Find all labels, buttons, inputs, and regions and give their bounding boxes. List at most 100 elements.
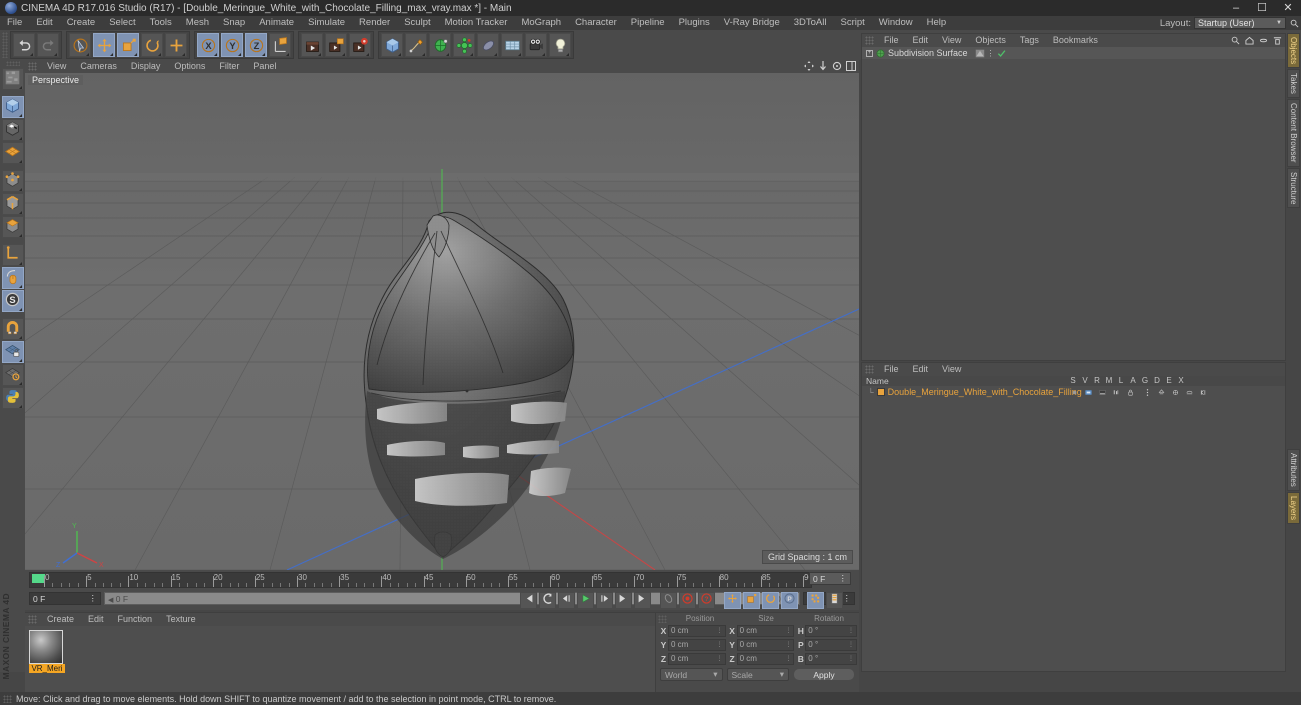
python-script-button[interactable] — [1, 387, 24, 409]
move-tool[interactable] — [93, 33, 115, 57]
timeline-ruler[interactable]: 051015202530354045505560657075808590 — [29, 572, 813, 588]
spinner-icon[interactable]: ⋮ — [717, 641, 723, 648]
go-to-previous-frame-button[interactable] — [558, 591, 575, 609]
object-manager-drag-handle[interactable] — [865, 36, 874, 45]
size-y-field[interactable]: 0 cm ⋮ — [736, 638, 795, 651]
edges-mode-button[interactable] — [1, 193, 24, 215]
apply-button[interactable]: Apply — [793, 668, 855, 681]
menu-item-v-ray-bridge[interactable]: V-Ray Bridge — [717, 16, 787, 30]
model-mode-button[interactable] — [1, 96, 24, 118]
layer-menu-edit[interactable]: Edit — [906, 363, 936, 376]
scale-key-button[interactable] — [743, 591, 760, 609]
material-menu-edit[interactable]: Edit — [81, 613, 111, 626]
layer-column-x[interactable]: X — [1175, 376, 1187, 385]
record-active-objects-button[interactable] — [660, 591, 677, 609]
layer-column-l[interactable]: L — [1115, 376, 1127, 385]
minus-icon[interactable] — [1258, 35, 1268, 45]
layout-dropdown[interactable]: Startup (User) ▼ — [1194, 17, 1286, 29]
layer-render-icon[interactable] — [1096, 388, 1108, 397]
go-to-next-frame-button[interactable] — [596, 591, 613, 609]
menu-item-mograph[interactable]: MoGraph — [514, 16, 568, 30]
layer-animation-icon[interactable] — [1141, 388, 1153, 397]
spinner-icon[interactable]: ⋮ — [848, 641, 854, 648]
spinner-icon[interactable]: ⋮ — [717, 655, 723, 662]
menu-item-snap[interactable]: Snap — [216, 16, 252, 30]
render-to-picture-viewer-button[interactable] — [325, 33, 347, 57]
object-menu-bookmarks[interactable]: Bookmarks — [1046, 34, 1105, 47]
polygons-mode-button[interactable] — [1, 216, 24, 238]
position-x-field[interactable]: 0 cm ⋮ — [667, 624, 726, 637]
size-mode-dropdown[interactable]: Scale ▾ — [726, 668, 789, 681]
vertical-tab-takes[interactable]: Takes — [1287, 69, 1300, 99]
pan-icon[interactable] — [804, 61, 814, 71]
vertical-tab-layers[interactable]: Layers — [1287, 491, 1300, 524]
layer-expression-icon[interactable] — [1183, 388, 1195, 397]
go-to-end-button[interactable] — [634, 591, 651, 609]
spinner-icon[interactable]: ⋮ — [785, 641, 791, 648]
menu-item-edit[interactable]: Edit — [29, 16, 59, 30]
current-frame-field[interactable]: 0 F ⋮ — [809, 572, 851, 585]
layer-column-e[interactable]: E — [1163, 376, 1175, 385]
add-light-button[interactable] — [549, 33, 571, 57]
autokeying-button[interactable] — [679, 591, 696, 609]
layer-list[interactable]: └ Double_Meringue_White_with_Chocolate_F… — [862, 386, 1285, 671]
layer-deformer-icon[interactable] — [1169, 388, 1181, 397]
menu-item-help[interactable]: Help — [920, 16, 954, 30]
add-tool[interactable] — [165, 33, 187, 57]
menu-item-character[interactable]: Character — [568, 16, 624, 30]
material-item[interactable]: VR_Meri — [29, 630, 65, 673]
maximize-viewport-icon[interactable] — [846, 61, 856, 71]
lock-x-axis-button[interactable]: X — [197, 33, 219, 57]
material-preview-sphere[interactable] — [29, 630, 63, 664]
search-icon[interactable] — [1289, 17, 1299, 29]
add-spline-button[interactable] — [405, 33, 427, 57]
spinner-icon[interactable]: ⋮ — [717, 627, 723, 634]
render-view-button[interactable] — [301, 33, 323, 57]
spinner-icon[interactable]: ⋮ — [848, 627, 854, 634]
object-row[interactable]: + Subdivision Surface ⋮ — [862, 47, 1285, 59]
material-menu-create[interactable]: Create — [40, 613, 81, 626]
menu-item-plugins[interactable]: Plugins — [672, 16, 717, 30]
redo-button[interactable] — [37, 33, 59, 57]
layer-color-swatch[interactable] — [876, 388, 885, 396]
close-button[interactable]: ✕ — [1275, 0, 1301, 16]
vertical-tab-structure[interactable]: Structure — [1287, 167, 1300, 209]
animation-mode-button[interactable] — [826, 591, 843, 609]
spinner-icon[interactable]: ⋮ — [785, 655, 791, 662]
toolbar-drag-handle[interactable] — [2, 32, 8, 58]
object-tree[interactable]: + Subdivision Surface ⋮ — [862, 47, 1285, 360]
object-menu-view[interactable]: View — [935, 34, 968, 47]
size-z-field[interactable]: 0 cm ⋮ — [736, 652, 795, 665]
add-cube-object-button[interactable] — [381, 33, 403, 57]
coordinate-system-dropdown[interactable]: World ▾ — [660, 668, 723, 681]
go-to-next-key-button[interactable] — [615, 591, 632, 609]
object-menu-file[interactable]: File — [877, 34, 906, 47]
go-to-previous-key-button[interactable] — [539, 591, 556, 609]
material-menu-function[interactable]: Function — [111, 613, 160, 626]
rotate-icon[interactable] — [832, 61, 842, 71]
layer-menu-view[interactable]: View — [935, 363, 968, 376]
layer-column-d[interactable]: D — [1151, 376, 1163, 385]
planar-workplane-button[interactable] — [1, 364, 24, 386]
edit-render-settings-button[interactable] — [349, 33, 371, 57]
scale-tool[interactable] — [117, 33, 139, 57]
viewport-menu-panel[interactable]: Panel — [246, 60, 283, 73]
menu-item-create[interactable]: Create — [60, 16, 103, 30]
viewport-menu-cameras[interactable]: Cameras — [73, 60, 124, 73]
add-camera-button[interactable] — [525, 33, 547, 57]
rotate-tool[interactable] — [141, 33, 163, 57]
layer-row[interactable]: └ Double_Meringue_White_with_Chocolate_F… — [862, 386, 1285, 398]
spinner-icon[interactable]: ⋮ — [839, 573, 848, 584]
menu-item-select[interactable]: Select — [102, 16, 142, 30]
menu-item-sculpt[interactable]: Sculpt — [397, 16, 437, 30]
layer-visible-icon[interactable] — [1082, 388, 1094, 397]
menu-item-simulate[interactable]: Simulate — [301, 16, 352, 30]
parameter-key-button[interactable]: P — [781, 591, 798, 609]
keyframe-selection-button[interactable]: ? — [698, 591, 715, 609]
object-menu-tags[interactable]: Tags — [1013, 34, 1046, 47]
material-list[interactable]: VR_Meri — [25, 626, 655, 692]
world-object-coordinates-button[interactable] — [269, 33, 291, 57]
menu-item-render[interactable]: Render — [352, 16, 397, 30]
add-scene-object-button[interactable] — [477, 33, 499, 57]
layer-xref-icon[interactable] — [1197, 388, 1209, 397]
